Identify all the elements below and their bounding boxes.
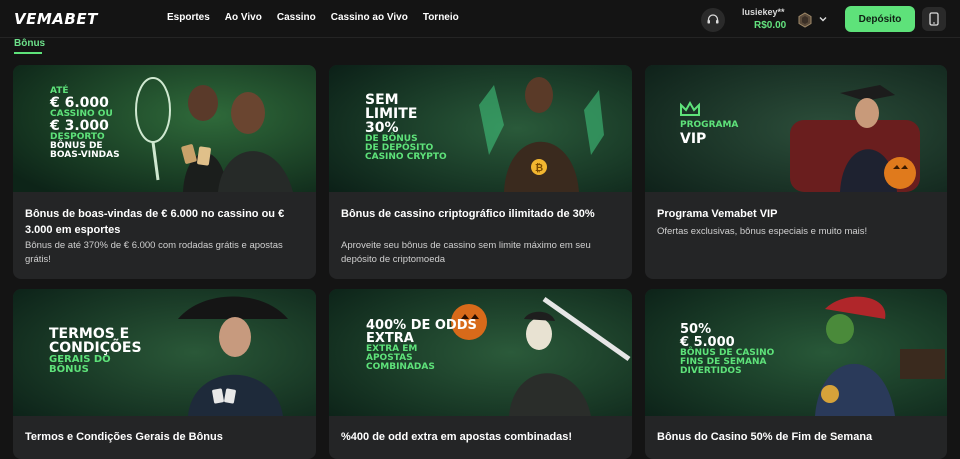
banner-line: COMBINADAS (366, 362, 435, 372)
page-title-bonus[interactable]: Bônus (14, 38, 45, 49)
banner-text: PROGRAMA VIP (680, 120, 739, 147)
card-title: Bônus de boas-vindas de € 6.000 no cassi… (25, 208, 285, 236)
bonus-banner: ₿ SEM LIMITE 30% DE BÔNUS DE DEPÓSITO CA… (329, 65, 632, 192)
bonus-banner: TERMOS E CONDIÇÕES GERAIS DO BÔNUS (13, 289, 316, 416)
username: lusiekey** (742, 7, 785, 17)
card-title: %400 de odd extra em apostas combinadas! (341, 431, 573, 443)
banner-text: ATÉ € 6.000 CASSINO OU € 3.000 DESPORTO … (50, 87, 120, 160)
banner-text: SEM LIMITE 30% DE BÔNUS DE DEPÓSITO CASI… (365, 93, 447, 162)
card-description: Bônus de até 370% de € 6.000 com rodadas… (25, 240, 283, 265)
bonus-banner: 50% € 5.000 BÔNUS DE CASINO FINS DE SEMA… (645, 289, 947, 416)
banner-line: DIVERTIDOS (680, 366, 742, 376)
banner-line: € 3.000 (50, 118, 109, 134)
nav-ao-vivo[interactable]: Ao Vivo (225, 12, 262, 23)
nav-torneio[interactable]: Torneio (423, 12, 459, 23)
banner-line: € 6.000 (50, 95, 109, 111)
banner-line: SEM (365, 92, 399, 108)
bonus-card-terms[interactable]: TERMOS E CONDIÇÕES GERAIS DO BÔNUS Termo… (13, 289, 316, 459)
nav-cassino[interactable]: Cassino (277, 12, 316, 23)
banner-line: TERMOS E (49, 326, 130, 342)
bonus-card-weekend[interactable]: 50% € 5.000 BÔNUS DE CASINO FINS DE SEMA… (645, 289, 947, 459)
bonus-banner: PROGRAMA VIP (645, 65, 947, 192)
balance: R$0.00 (754, 20, 787, 31)
banner-text: TERMOS E CONDIÇÕES GERAIS DO BÔNUS (49, 327, 142, 375)
chevron-down-icon[interactable] (819, 15, 827, 23)
nav-cassino-ao-vivo[interactable]: Cassino ao Vivo (331, 12, 408, 23)
bonus-banner: ATÉ € 6.000 CASSINO OU € 3.000 DESPORTO … (13, 65, 316, 192)
svg-text:₿: ₿ (535, 162, 543, 174)
banner-line: VIP (680, 131, 707, 147)
active-tab-underline (14, 52, 42, 54)
bonus-card-odds[interactable]: 400% DE ODDS EXTRA EXTRA EM APOSTAS COMB… (329, 289, 632, 459)
card-description: Ofertas exclusivas, bônus especiais e mu… (657, 226, 868, 237)
mobile-app-icon[interactable] (922, 7, 946, 31)
vemabet-logo[interactable]: VEMABET (14, 10, 98, 28)
banner-line: CASINO CRYPTO (365, 152, 447, 162)
bonus-banner: 400% DE ODDS EXTRA EXTRA EM APOSTAS COMB… (329, 289, 632, 416)
deposit-button[interactable]: Depósito (845, 6, 915, 32)
banner-text: 50% € 5.000 BÔNUS DE CASINO FINS DE SEMA… (680, 323, 774, 376)
banner-line: LIMITE (365, 106, 418, 122)
banner-line: PROGRAMA (680, 120, 739, 130)
card-title: Bônus de cassino criptográfico ilimitado… (341, 208, 595, 220)
banner-line: 30% (365, 120, 399, 136)
support-headset-icon[interactable] (701, 8, 725, 32)
nav-esportes[interactable]: Esportes (167, 12, 210, 23)
crown-icon (680, 101, 700, 116)
banner-line: CONDIÇÕES (49, 340, 142, 356)
bonus-card-crypto[interactable]: ₿ SEM LIMITE 30% DE BÔNUS DE DEPÓSITO CA… (329, 65, 632, 279)
card-title: Termos e Condições Gerais de Bônus (25, 431, 223, 443)
card-title: Bônus do Casino 50% de Fim de Semana (657, 431, 873, 443)
card-description: Aproveite seu bônus de cassino sem limit… (341, 240, 591, 265)
banner-line: BÔNUS (49, 364, 89, 375)
card-title: Programa Vemabet VIP (657, 208, 778, 220)
bonus-card-welcome[interactable]: ATÉ € 6.000 CASSINO OU € 3.000 DESPORTO … (13, 65, 316, 279)
bonus-card-vip[interactable]: PROGRAMA VIP Programa Vemabet VIP Oferta… (645, 65, 947, 279)
main-nav: Esportes Ao Vivo Cassino Cassino ao Vivo… (167, 12, 474, 23)
top-navigation-bar: VEMABET Esportes Ao Vivo Cassino Cassino… (0, 0, 960, 38)
vip-level-hexagon-icon[interactable] (797, 12, 813, 28)
banner-text: 400% DE ODDS EXTRA EXTRA EM APOSTAS COMB… (366, 319, 477, 372)
banner-line: BOAS-VINDAS (50, 150, 120, 160)
user-account[interactable]: lusiekey** R$0.00 (742, 7, 786, 31)
